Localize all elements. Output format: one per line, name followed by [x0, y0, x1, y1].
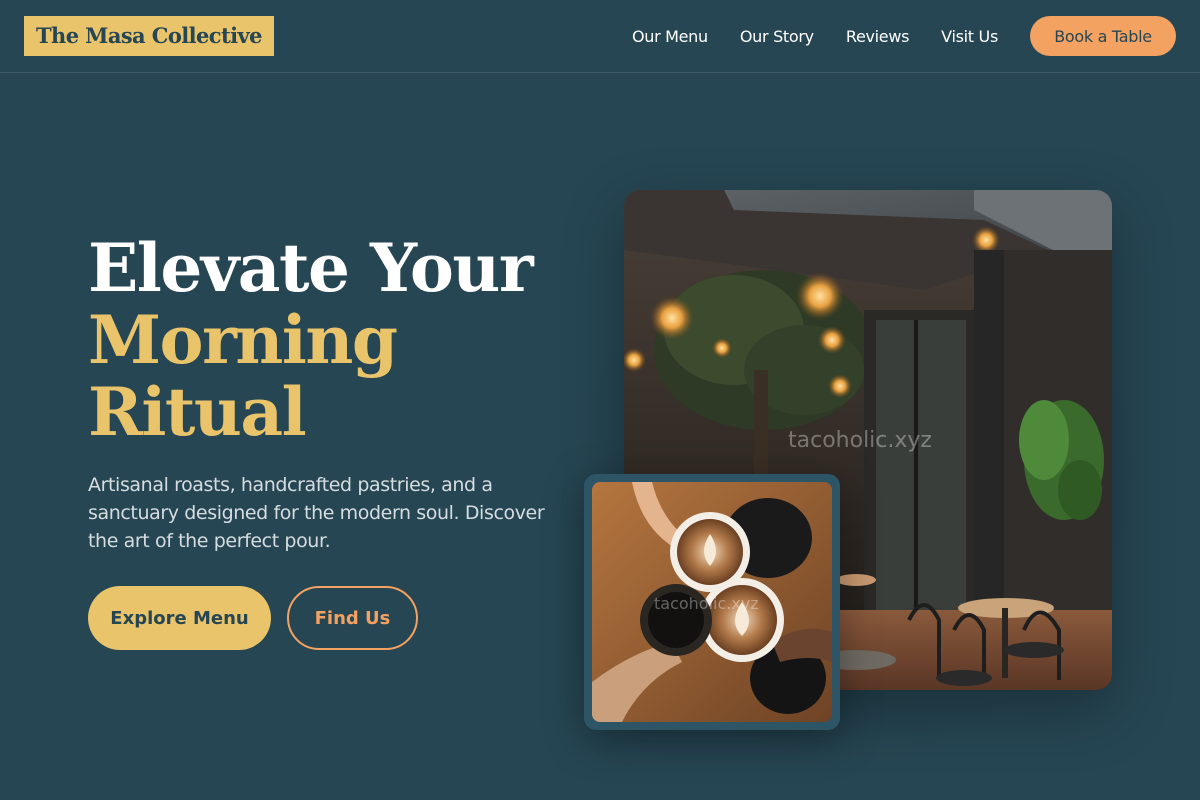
find-us-button[interactable]: Find Us [287, 586, 418, 650]
coffee-cheers-image: tacoholic.xyz [592, 482, 832, 722]
nav-item-reviews[interactable]: Reviews [846, 27, 910, 46]
brand-logo[interactable]: The Masa Collective [24, 16, 274, 56]
nav-item-our-story[interactable]: Our Story [740, 27, 814, 46]
coffee-image-frame: tacoholic.xyz [584, 474, 840, 730]
main-nav: Our Menu Our Story Reviews Visit Us [632, 0, 998, 72]
hero-title-line1: Elevate Your [88, 229, 534, 307]
nav-item-our-menu[interactable]: Our Menu [632, 27, 708, 46]
coffee-image-watermark: tacoholic.xyz [654, 594, 759, 613]
explore-menu-button[interactable]: Explore Menu [88, 586, 271, 650]
hero-title: Elevate Your Morning Ritual [88, 232, 568, 448]
nav-item-visit-us[interactable]: Visit Us [941, 27, 998, 46]
hero-subtitle: Artisanal roasts, handcrafted pastries, … [88, 474, 545, 552]
hero-title-line2: Morning Ritual [88, 301, 398, 451]
book-table-button[interactable]: Book a Table [1030, 16, 1176, 56]
site-header: The Masa Collective Our Menu Our Story R… [0, 0, 1200, 73]
main-image-watermark: tacoholic.xyz [788, 428, 932, 453]
